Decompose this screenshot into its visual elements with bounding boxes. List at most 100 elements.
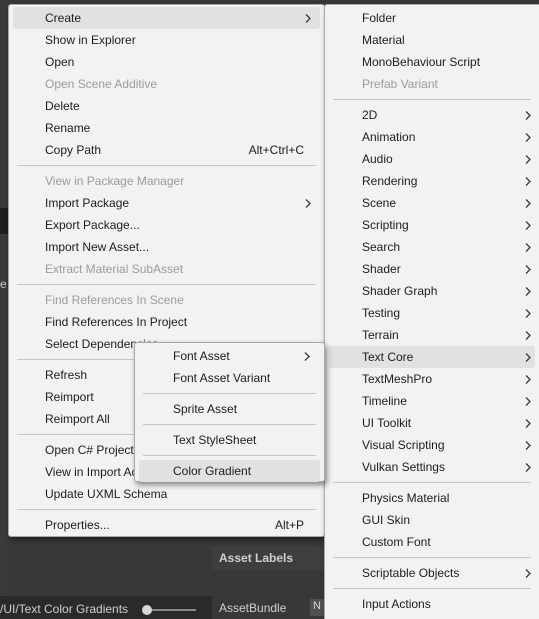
- slider-knob[interactable]: [142, 605, 152, 615]
- menu-item-label: Rename: [45, 121, 91, 135]
- menu-item-label: Find References In Project: [45, 315, 188, 329]
- menu-item-label: Open C# Project: [45, 443, 134, 457]
- menu-item-search[interactable]: Search: [329, 236, 535, 258]
- chevron-right-icon: [523, 148, 533, 170]
- menu-item-label: Create: [45, 11, 82, 25]
- menu-item-label: Refresh: [45, 368, 88, 382]
- menu-item-delete[interactable]: Delete: [13, 95, 320, 117]
- menu-item-scene[interactable]: Scene: [329, 192, 535, 214]
- menu-item-vulkan-settings[interactable]: Vulkan Settings: [329, 456, 535, 478]
- menu-item-shortcut: Alt+P: [274, 518, 304, 532]
- menu-separator: [17, 284, 316, 285]
- chevron-right-icon: [523, 562, 533, 584]
- chevron-right-icon: [523, 104, 533, 126]
- menu-item-scripting[interactable]: Scripting: [329, 214, 535, 236]
- chevron-right-icon: [523, 412, 533, 434]
- menu-item-label: Open: [45, 55, 75, 69]
- text-core-submenu: Font Asset Font Asset Variant Sprite Ass…: [134, 342, 325, 482]
- chevron-right-icon: [523, 214, 533, 236]
- chevron-right-icon: [523, 346, 533, 368]
- menu-item-input-actions[interactable]: Input Actions: [329, 593, 535, 615]
- menu-item-label: Prefab Variant: [362, 77, 438, 91]
- chevron-right-icon: [523, 324, 533, 346]
- asset-labels-header[interactable]: Asset Labels: [212, 546, 324, 570]
- menu-item-label: Vulkan Settings: [362, 460, 445, 474]
- menu-item-label: Folder: [362, 11, 397, 25]
- menu-item-timeline[interactable]: Timeline: [329, 390, 535, 412]
- menu-item-animation[interactable]: Animation: [329, 126, 535, 148]
- menu-item-2d[interactable]: 2D: [329, 104, 535, 126]
- menu-item-shader[interactable]: Shader: [329, 258, 535, 280]
- menu-item-terrain[interactable]: Terrain: [329, 324, 535, 346]
- menu-item-font-asset[interactable]: Font Asset: [139, 345, 320, 367]
- menu-item-export-package[interactable]: Export Package...: [13, 214, 320, 236]
- menu-item-gui-skin[interactable]: GUI Skin: [329, 509, 535, 531]
- menu-item-label: Visual Scripting: [362, 438, 445, 452]
- menu-item-textmeshpro[interactable]: TextMeshPro: [329, 368, 535, 390]
- menu-item-material[interactable]: Material: [329, 29, 535, 51]
- menu-item-text-core[interactable]: Text Core: [329, 346, 535, 368]
- menu-separator: [333, 482, 531, 483]
- menu-item-label: Scene: [362, 196, 397, 210]
- menu-item-label: Testing: [362, 306, 401, 320]
- menu-item-scriptable-objects[interactable]: Scriptable Objects: [329, 562, 535, 584]
- menu-item-label: Custom Font: [362, 535, 431, 549]
- menu-item-create[interactable]: Create: [13, 7, 320, 29]
- menu-item-shortcut: Alt+Ctrl+C: [248, 143, 304, 157]
- menu-item-monobehaviour-script[interactable]: MonoBehaviour Script: [329, 51, 535, 73]
- menu-item-label: Show in Explorer: [45, 33, 136, 47]
- menu-item-open[interactable]: Open: [13, 51, 320, 73]
- menu-item-label: Delete: [45, 99, 80, 113]
- menu-item-properties[interactable]: Properties... Alt+P: [13, 514, 320, 536]
- menu-item-open-scene-additive: Open Scene Additive: [13, 73, 320, 95]
- menu-item-label: Extract Material SubAsset: [45, 262, 184, 276]
- menu-item-label: Terrain: [362, 328, 399, 342]
- menu-item-visual-scripting[interactable]: Visual Scripting: [329, 434, 535, 456]
- menu-item-rendering[interactable]: Rendering: [329, 170, 535, 192]
- menu-item-label: Shader: [362, 262, 401, 276]
- editor-left-strip: [0, 0, 8, 619]
- menu-item-label: Physics Material: [362, 491, 450, 505]
- menu-item-sprite-asset[interactable]: Sprite Asset: [139, 398, 320, 420]
- chevron-right-icon: [523, 192, 533, 214]
- menu-item-prefab-variant: Prefab Variant: [329, 73, 535, 95]
- menu-item-label: Timeline: [362, 394, 407, 408]
- chevron-right-icon: [523, 434, 533, 456]
- project-path-text: /UI/Text Color Gradients: [0, 602, 129, 616]
- menu-item-import-package[interactable]: Import Package: [13, 192, 320, 214]
- menu-item-custom-font[interactable]: Custom Font: [329, 531, 535, 553]
- menu-item-label: Properties...: [45, 518, 110, 532]
- menu-item-shader-graph[interactable]: Shader Graph: [329, 280, 535, 302]
- asset-bundle-row: AssetBundle N: [212, 596, 330, 619]
- icon-size-slider[interactable]: [142, 604, 198, 616]
- menu-item-label: UI Toolkit: [362, 416, 412, 430]
- menu-item-font-asset-variant[interactable]: Font Asset Variant: [139, 367, 320, 389]
- menu-item-label: Update UXML Schema: [45, 487, 168, 501]
- menu-item-copy-path[interactable]: Copy Path Alt+Ctrl+C: [13, 139, 320, 161]
- menu-item-label: Copy Path: [45, 143, 102, 157]
- menu-item-show-in-explorer[interactable]: Show in Explorer: [13, 29, 320, 51]
- menu-separator: [143, 424, 316, 425]
- menu-item-update-uxml-schema[interactable]: Update UXML Schema: [13, 483, 320, 505]
- menu-separator: [17, 509, 316, 510]
- menu-item-audio[interactable]: Audio: [329, 148, 535, 170]
- menu-item-label: Input Actions: [362, 597, 431, 611]
- menu-item-folder[interactable]: Folder: [329, 7, 535, 29]
- menu-item-testing[interactable]: Testing: [329, 302, 535, 324]
- menu-item-physics-material[interactable]: Physics Material: [329, 487, 535, 509]
- menu-item-label: Animation: [362, 130, 416, 144]
- menu-item-label: Reimport All: [45, 412, 110, 426]
- menu-item-find-references-in-project[interactable]: Find References In Project: [13, 311, 320, 333]
- menu-item-text-stylesheet[interactable]: Text StyleSheet: [139, 429, 320, 451]
- menu-item-label: 2D: [362, 108, 378, 122]
- chevron-right-icon: [523, 126, 533, 148]
- menu-item-label: Import New Asset...: [45, 240, 150, 254]
- menu-item-color-gradient[interactable]: Color Gradient: [139, 460, 320, 482]
- menu-item-import-new-asset[interactable]: Import New Asset...: [13, 236, 320, 258]
- menu-item-rename[interactable]: Rename: [13, 117, 320, 139]
- asset-bundle-label: AssetBundle: [219, 601, 287, 615]
- menu-item-label: Reimport: [45, 390, 94, 404]
- chevron-right-icon: [523, 368, 533, 390]
- menu-item-label: GUI Skin: [362, 513, 411, 527]
- menu-item-ui-toolkit[interactable]: UI Toolkit: [329, 412, 535, 434]
